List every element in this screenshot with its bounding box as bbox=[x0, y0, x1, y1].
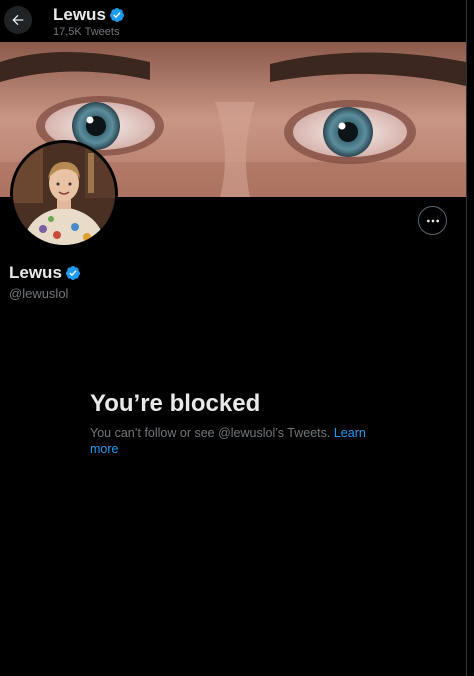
arrow-left-icon bbox=[12, 14, 24, 26]
header-name-row: Lewus bbox=[53, 5, 125, 25]
blocked-description-text: You can’t follow or see @lewuslol’s Twee… bbox=[90, 426, 334, 440]
back-button[interactable] bbox=[4, 6, 32, 34]
blocked-title: You’re blocked bbox=[90, 390, 261, 417]
profile-page: Lewus 17,5K Tweets Lewus @lewuslol You’r… bbox=[0, 0, 474, 676]
tweet-count: 17,5K Tweets bbox=[53, 26, 120, 38]
verified-badge-icon bbox=[109, 8, 124, 22]
header-title-block: Lewus 17,5K Tweets bbox=[53, 5, 125, 38]
profile-handle: @lewuslol bbox=[9, 286, 69, 301]
header-name: Lewus bbox=[53, 5, 106, 24]
avatar bbox=[13, 143, 115, 245]
right-border bbox=[466, 0, 474, 676]
verified-badge-icon bbox=[65, 266, 80, 280]
profile-name: Lewus bbox=[9, 263, 62, 282]
avatar-image bbox=[13, 143, 115, 245]
avatar-frame[interactable] bbox=[10, 140, 118, 248]
top-bar: Lewus 17,5K Tweets bbox=[0, 0, 466, 42]
more-options-button[interactable] bbox=[418, 206, 447, 235]
blocked-description: You can’t follow or see @lewuslol’s Twee… bbox=[90, 425, 380, 457]
more-dots-icon bbox=[426, 219, 439, 222]
profile-name-row: Lewus bbox=[9, 263, 81, 283]
